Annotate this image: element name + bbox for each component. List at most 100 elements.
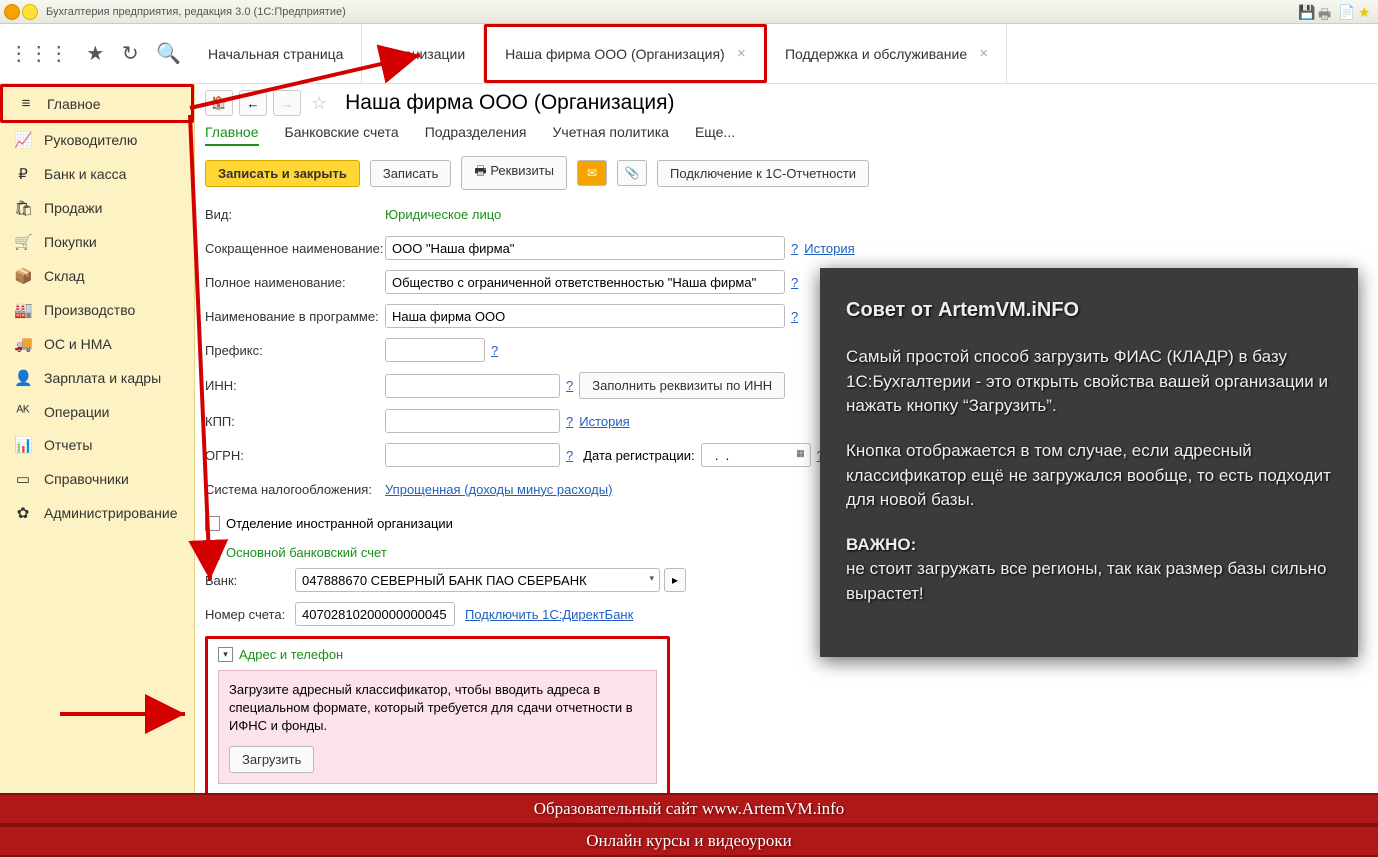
subtab-more[interactable]: Еще... bbox=[695, 124, 735, 146]
window-icons bbox=[4, 4, 38, 20]
acct-input[interactable] bbox=[295, 602, 455, 626]
help-icon[interactable]: ? bbox=[566, 448, 573, 463]
sidebar-item-main[interactable]: ≡Главное bbox=[0, 84, 194, 123]
open-ref-icon[interactable]: ▸ bbox=[664, 568, 686, 592]
sidebar-item-prod[interactable]: 🏭Производство bbox=[0, 293, 194, 327]
collapse-icon[interactable]: ▾ bbox=[218, 647, 233, 662]
calendar-icon[interactable]: ▦ bbox=[796, 448, 805, 459]
hint-box: Загрузите адресный классификатор, чтобы … bbox=[218, 670, 657, 784]
footer-line1: Образовательный сайт www.ArtemVM.info bbox=[0, 793, 1378, 825]
sidebar: ≡Главное 📈Руководителю ₽Банк и касса 🛍Пр… bbox=[0, 84, 195, 805]
app-menu-icon[interactable] bbox=[22, 4, 38, 20]
doc-icon[interactable]: 📄 bbox=[1338, 4, 1354, 20]
subtab-main[interactable]: Главное bbox=[205, 124, 259, 146]
attach-icon[interactable]: 📎 bbox=[617, 160, 647, 186]
inn-label: ИНН: bbox=[205, 378, 385, 393]
prefix-input[interactable] bbox=[385, 338, 485, 362]
dropdown-icon[interactable]: ▾ bbox=[649, 573, 654, 584]
sidebar-item-admin[interactable]: ✿Администрирование bbox=[0, 496, 194, 530]
sidebar-item-bank[interactable]: ₽Банк и касса bbox=[0, 157, 194, 191]
sidebar-item-reports[interactable]: 📊Отчеты bbox=[0, 428, 194, 462]
subtab-bank[interactable]: Банковские счета bbox=[285, 124, 399, 146]
help-icon[interactable]: ? bbox=[491, 343, 498, 358]
prefix-label: Префикс: bbox=[205, 343, 385, 358]
sidebar-item-salary[interactable]: 👤Зарплата и кадры bbox=[0, 361, 194, 395]
favorite-icon[interactable]: ★ bbox=[86, 41, 104, 66]
print-icon[interactable]: 🖶 bbox=[1318, 4, 1334, 20]
sidebar-item-buys[interactable]: 🛒Покупки bbox=[0, 225, 194, 259]
window-title: Бухгалтерия предприятия, редакция 3.0 (1… bbox=[46, 6, 346, 18]
connect-1c-button[interactable]: Подключение к 1С-Отчетности bbox=[657, 160, 869, 187]
load-classifier-button[interactable]: Загрузить bbox=[229, 746, 314, 773]
save-button[interactable]: Записать bbox=[370, 160, 452, 187]
tab-support[interactable]: Поддержка и обслуживание✕ bbox=[767, 24, 1007, 83]
bank-input[interactable] bbox=[295, 568, 660, 592]
tip-p1: Самый простой способ загрузить ФИАС (КЛА… bbox=[846, 345, 1332, 419]
tax-link[interactable]: Упрощенная (доходы минус расходы) bbox=[385, 482, 612, 497]
sidebar-item-refs[interactable]: ▭Справочники bbox=[0, 462, 194, 496]
regdate-input[interactable] bbox=[701, 443, 811, 467]
tax-label: Система налогообложения: bbox=[205, 482, 385, 497]
top-tabs: Начальная страница Организации Наша фирм… bbox=[190, 24, 1007, 83]
tab-ourfirm[interactable]: Наша фирма ООО (Организация)✕ bbox=[484, 24, 767, 83]
app-icon bbox=[4, 4, 20, 20]
page-title: Наша фирма ООО (Организация) bbox=[345, 91, 674, 115]
address-block: ▾ Адрес и телефон Загрузите адресный кла… bbox=[205, 636, 670, 805]
save-close-button[interactable]: Записать и закрыть bbox=[205, 160, 360, 187]
help-icon[interactable]: ? bbox=[791, 275, 798, 290]
favorite-star-icon[interactable]: ☆ bbox=[311, 93, 327, 114]
page-head: 🏠 ← → ☆ Наша фирма ООО (Организация) bbox=[205, 90, 1368, 116]
ogrn-input[interactable] bbox=[385, 443, 560, 467]
sidebar-item-os[interactable]: 🚚ОС и НМА bbox=[0, 327, 194, 361]
back-button[interactable]: ← bbox=[239, 90, 267, 116]
search-icon[interactable]: 🔍 bbox=[156, 41, 181, 66]
home-button[interactable]: 🏠 bbox=[205, 90, 233, 116]
top-toolbar: ⋮⋮⋮ ★ ↻ 🔍 Начальная страница Организации… bbox=[0, 24, 1378, 84]
gear-icon: ✿ bbox=[14, 504, 32, 522]
star-icon[interactable]: ★ bbox=[1358, 4, 1374, 20]
sidebar-item-manager[interactable]: 📈Руководителю bbox=[0, 123, 194, 157]
collapse-icon[interactable]: ▾ bbox=[205, 545, 220, 560]
subtab-policy[interactable]: Учетная политика bbox=[553, 124, 669, 146]
apps-icon[interactable]: ⋮⋮⋮ bbox=[9, 41, 69, 66]
address-group-head[interactable]: ▾ Адрес и телефон bbox=[218, 647, 657, 662]
foreign-checkbox[interactable] bbox=[205, 516, 220, 531]
book-icon: ▭ bbox=[14, 470, 32, 488]
bank-label: Банк: bbox=[205, 573, 295, 588]
close-icon[interactable]: ✕ bbox=[979, 47, 988, 60]
prog-label: Наименование в программе: bbox=[205, 309, 385, 324]
save-icon[interactable]: 💾 bbox=[1298, 4, 1314, 20]
sidebar-item-ops[interactable]: ᴬᴷОперации bbox=[0, 395, 194, 428]
tab-start[interactable]: Начальная страница bbox=[190, 24, 362, 83]
help-icon[interactable]: ? bbox=[791, 241, 798, 256]
tip-overlay: Совет от ArtemVM.iNFO Самый простой спос… bbox=[820, 268, 1358, 657]
inn-input[interactable] bbox=[385, 374, 560, 398]
close-icon[interactable]: ✕ bbox=[737, 47, 746, 60]
envelope-icon[interactable]: ✉ bbox=[577, 160, 607, 186]
short-input[interactable] bbox=[385, 236, 785, 260]
short-label: Сокращенное наименование: bbox=[205, 241, 385, 256]
cart-icon: 🛒 bbox=[14, 233, 32, 251]
help-icon[interactable]: ? bbox=[566, 414, 573, 429]
tip-p2: Кнопка отображается в том случае, если а… bbox=[846, 439, 1332, 513]
chart-icon: 📈 bbox=[14, 131, 32, 149]
kpp-label: КПП: bbox=[205, 414, 385, 429]
fill-by-inn-button[interactable]: Заполнить реквизиты по ИНН bbox=[579, 372, 785, 399]
tab-orgs[interactable]: Организации bbox=[362, 24, 484, 83]
requisites-button[interactable]: 🖶 Реквизиты bbox=[461, 156, 567, 190]
hint-text: Загрузите адресный классификатор, чтобы … bbox=[229, 681, 646, 736]
subtab-dept[interactable]: Подразделения bbox=[425, 124, 527, 146]
vid-label: Вид: bbox=[205, 207, 385, 222]
directbank-link[interactable]: Подключить 1С:ДиректБанк bbox=[465, 607, 633, 622]
full-input[interactable] bbox=[385, 270, 785, 294]
history-icon[interactable]: ↻ bbox=[122, 41, 139, 66]
prog-input[interactable] bbox=[385, 304, 785, 328]
sidebar-item-stock[interactable]: 📦Склад bbox=[0, 259, 194, 293]
help-icon[interactable]: ? bbox=[566, 378, 573, 393]
history-link[interactable]: История bbox=[804, 241, 854, 256]
help-icon[interactable]: ? bbox=[791, 309, 798, 324]
history-link[interactable]: История bbox=[579, 414, 629, 429]
forward-button[interactable]: → bbox=[273, 90, 301, 116]
kpp-input[interactable] bbox=[385, 409, 560, 433]
sidebar-item-sales[interactable]: 🛍Продажи bbox=[0, 191, 194, 225]
